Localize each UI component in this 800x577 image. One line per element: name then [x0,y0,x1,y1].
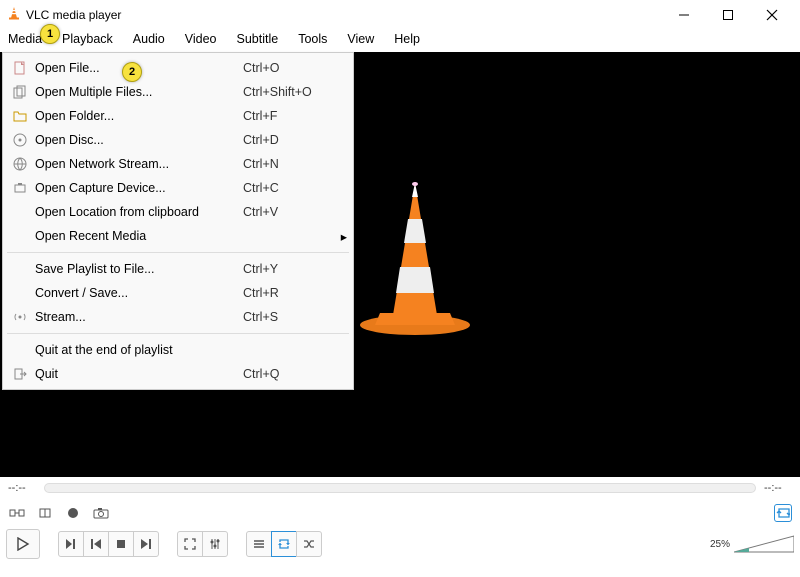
menu-item-shortcut: Ctrl+O [243,61,333,75]
playlist-button[interactable] [246,531,272,557]
time-elapsed: --:-- [8,482,36,494]
file-icon [9,61,31,75]
menu-audio[interactable]: Audio [123,30,175,52]
ext-settings-button[interactable] [202,531,228,557]
menubar: Media Playback Audio Video Subtitle Tool… [0,30,800,52]
volume-percent: 25% [710,539,730,550]
network-icon [9,157,31,171]
annotation-1: 1 [40,24,60,44]
menu-item-label: Stream... [31,310,243,324]
menu-item-shortcut: Ctrl+C [243,181,333,195]
menu-separator [7,333,349,334]
menu-item-shortcut: Ctrl+R [243,286,333,300]
window-controls [674,9,794,21]
files-icon [9,85,31,99]
play-button[interactable] [6,529,40,559]
menu-view[interactable]: View [337,30,384,52]
time-total: --:-- [764,482,792,494]
disc-icon [9,133,31,147]
menu-subtitle[interactable]: Subtitle [227,30,289,52]
stop-button[interactable] [108,531,134,557]
menu-item-label: Open Location from clipboard [31,205,243,219]
menu-item-shortcut: Ctrl+N [243,157,333,171]
menu-item-shortcut: Ctrl+Y [243,262,333,276]
menu-item-open-capture-device[interactable]: Open Capture Device...Ctrl+C [5,176,351,200]
ab-loop-icon[interactable] [8,504,26,522]
seekbar-row: --:-- --:-- [0,477,800,499]
step-forward-button[interactable] [58,531,84,557]
menu-item-shortcut: Ctrl+Shift+O [243,85,333,99]
snapshot-icon[interactable] [92,504,110,522]
menu-item-label: Quit at the end of playlist [31,343,243,357]
playback-controls: 25% [0,527,800,561]
menu-item-label: Convert / Save... [31,286,243,300]
menu-item-label: Save Playlist to File... [31,262,243,276]
menu-item-open-disc[interactable]: Open Disc...Ctrl+D [5,128,351,152]
menu-item-label: Open Folder... [31,109,243,123]
minimize-button[interactable] [674,9,694,21]
menu-item-shortcut: Ctrl+S [243,310,333,324]
submenu-arrow-icon: ▸ [333,229,347,244]
menu-item-save-playlist-to-file[interactable]: Save Playlist to File...Ctrl+Y [5,257,351,281]
media-dropdown: Open File...Ctrl+OOpen Multiple Files...… [2,52,354,390]
seek-slider[interactable] [44,483,756,493]
menu-item-open-recent-media[interactable]: Open Recent Media ▸ [5,224,351,248]
frame-step-icon[interactable] [36,504,54,522]
menu-item-label: Quit [31,367,243,381]
menu-item-quit[interactable]: QuitCtrl+Q [5,362,351,386]
menu-tools[interactable]: Tools [288,30,337,52]
stream-icon [9,310,31,324]
volume-slider[interactable] [734,534,794,554]
menu-item-label: Open Disc... [31,133,243,147]
next-button[interactable] [133,531,159,557]
menu-item-label: Open Capture Device... [31,181,243,195]
menu-item-convert-save[interactable]: Convert / Save...Ctrl+R [5,281,351,305]
menu-item-stream[interactable]: Stream...Ctrl+S [5,305,351,329]
menu-item-open-multiple-files[interactable]: Open Multiple Files...Ctrl+Shift+O [5,80,351,104]
menu-item-shortcut: Ctrl+Q [243,367,333,381]
menu-separator [7,252,349,253]
menu-item-quit-at-the-end-of-playlist[interactable]: Quit at the end of playlist [5,338,351,362]
menu-item-open-folder[interactable]: Open Folder...Ctrl+F [5,104,351,128]
menu-item-open-network-stream[interactable]: Open Network Stream...Ctrl+N [5,152,351,176]
menu-item-open-file[interactable]: Open File...Ctrl+O [5,56,351,80]
maximize-button[interactable] [718,9,738,21]
menu-item-label: Open Multiple Files... [31,85,243,99]
menu-item-shortcut: Ctrl+F [243,109,333,123]
vlc-cone-icon [6,5,22,26]
vlc-cone-logo [345,175,485,345]
annotation-2: 2 [122,62,142,82]
quit-icon [9,367,31,381]
record-icon[interactable] [64,504,82,522]
folder-icon [9,109,31,123]
menu-item-label: Open Recent Media [31,229,243,243]
capture-icon [9,181,31,195]
loop-button[interactable] [271,531,297,557]
menu-item-open-location-from-clipboard[interactable]: Open Location from clipboardCtrl+V [5,200,351,224]
prev-button[interactable] [83,531,109,557]
menu-item-shortcut: Ctrl+V [243,205,333,219]
extra-tools-row [0,499,800,527]
loop-toggle-icon[interactable] [774,504,792,522]
window-title: VLC media player [26,8,674,22]
menu-item-label: Open Network Stream... [31,157,243,171]
menu-help[interactable]: Help [384,30,430,52]
close-button[interactable] [762,9,782,21]
fullscreen-button[interactable] [177,531,203,557]
shuffle-button[interactable] [296,531,322,557]
menu-item-shortcut: Ctrl+D [243,133,333,147]
menu-video[interactable]: Video [175,30,227,52]
titlebar: VLC media player [0,0,800,30]
menu-playback[interactable]: Playback [52,30,123,52]
